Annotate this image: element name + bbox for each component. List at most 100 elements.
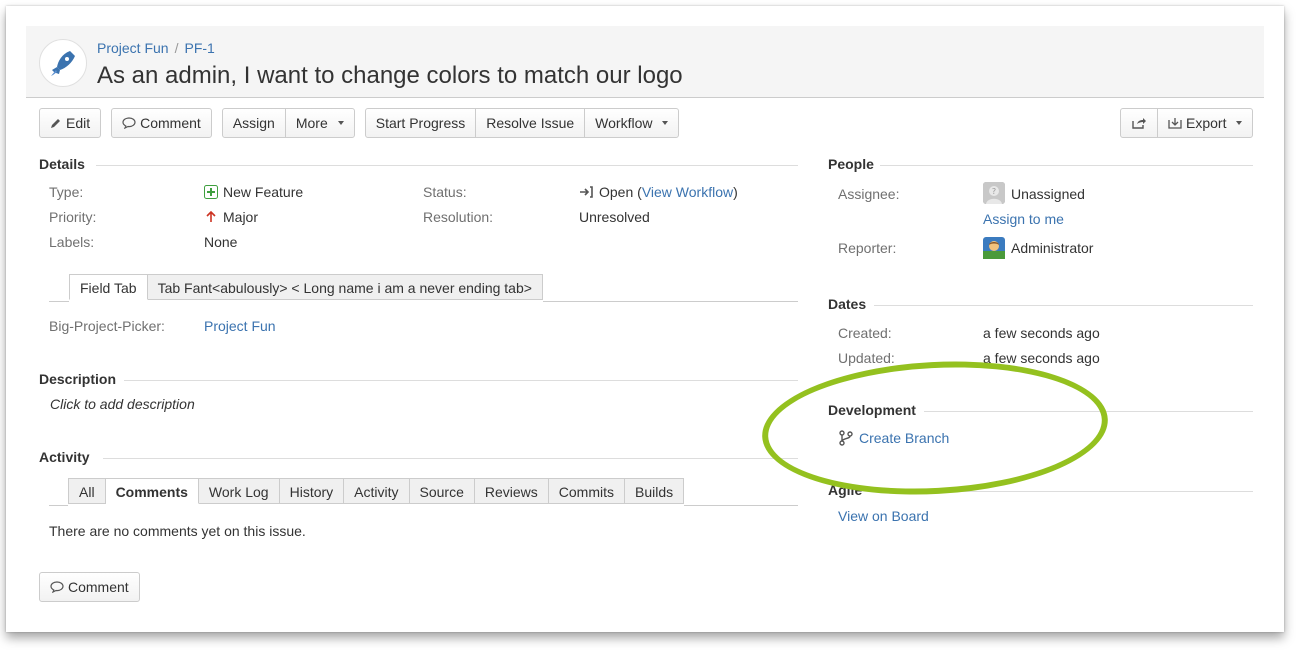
- labels-label: Labels:: [49, 234, 95, 250]
- assign-button[interactable]: Assign: [223, 109, 286, 137]
- priority-value-text: Major: [223, 209, 259, 225]
- rocket-icon: [51, 51, 75, 76]
- download-icon: [1168, 118, 1182, 129]
- assign-to-me-link[interactable]: Assign to me: [983, 211, 1064, 227]
- start-progress-button[interactable]: Start Progress: [366, 109, 477, 137]
- breadcrumb-separator: /: [174, 40, 179, 56]
- svg-text:?: ?: [992, 187, 996, 196]
- comment-button[interactable]: Comment: [112, 109, 211, 137]
- dates-heading-text: Dates: [828, 296, 867, 312]
- comment-group: Comment: [111, 108, 212, 138]
- reporter-avatar: [983, 237, 1005, 259]
- status-close-paren: ): [733, 184, 738, 200]
- new-feature-icon: [204, 185, 218, 199]
- tab-builds[interactable]: Builds: [625, 478, 685, 504]
- priority-value: Major: [204, 209, 258, 225]
- tab-comments[interactable]: Comments: [105, 478, 199, 504]
- description-heading[interactable]: Description: [39, 371, 116, 387]
- priority-major-arrow-icon: [206, 210, 216, 222]
- status-open-icon: [580, 186, 593, 198]
- status-value: Open (View Workflow): [579, 184, 738, 200]
- share-button[interactable]: [1121, 109, 1158, 137]
- tab-long-name[interactable]: Tab Fant<abulously> < Long name i am a n…: [147, 274, 543, 300]
- view-workflow-link[interactable]: View Workflow: [642, 184, 733, 200]
- toolbar-right: Export: [1120, 108, 1254, 138]
- updated-label: Updated:: [838, 350, 895, 366]
- issue-view-window: Project Fun / PF-1 As an admin, I want to …: [6, 6, 1284, 632]
- description-placeholder[interactable]: Click to add description: [50, 396, 195, 412]
- dates-heading[interactable]: Dates: [828, 296, 866, 312]
- reporter-value[interactable]: Administrator: [1011, 240, 1093, 256]
- edit-label: Edit: [66, 115, 91, 131]
- tab-history[interactable]: History: [279, 478, 345, 504]
- bottom-comment-group: Comment: [39, 572, 140, 602]
- comment-label: Comment: [140, 115, 201, 131]
- created-value: a few seconds ago: [983, 325, 1100, 341]
- people-divider: [880, 165, 1253, 166]
- field-tabs: Field Tab Tab Fant<abulously> < Long nam…: [69, 274, 543, 300]
- status-label: Status:: [423, 184, 467, 200]
- dates-divider: [874, 305, 1253, 306]
- export-button[interactable]: Export: [1158, 109, 1252, 137]
- field-tabs-line-right: [543, 301, 798, 302]
- breadcrumb: Project Fun / PF-1: [97, 40, 215, 56]
- view-on-board-link[interactable]: View on Board: [838, 508, 929, 524]
- description-divider: [124, 380, 798, 381]
- people-heading-text: People: [828, 156, 874, 172]
- resolve-issue-button[interactable]: Resolve Issue: [476, 109, 586, 137]
- issue-toolbar: Edit Comment Assign More Start Progress …: [39, 108, 689, 138]
- breadcrumb-project-link[interactable]: Project Fun: [97, 40, 169, 56]
- tab-activity[interactable]: Activity: [344, 478, 410, 504]
- activity-tabs-line-left: [49, 505, 68, 506]
- priority-label: Priority:: [49, 209, 97, 225]
- add-comment-button[interactable]: Comment: [40, 573, 139, 601]
- breadcrumb-issue-key-link[interactable]: PF-1: [184, 40, 214, 56]
- activity-heading-text: Activity: [39, 449, 90, 465]
- assignee-value[interactable]: Unassigned: [1011, 186, 1085, 202]
- activity-divider: [103, 458, 798, 459]
- type-value-text: New Feature: [223, 184, 304, 200]
- activity-heading[interactable]: Activity: [39, 449, 90, 465]
- edit-button[interactable]: Edit: [40, 109, 100, 137]
- tab-field-tab[interactable]: Field Tab: [69, 274, 148, 300]
- tab-source[interactable]: Source: [409, 478, 475, 504]
- created-label: Created:: [838, 325, 892, 341]
- issue-summary-title[interactable]: As an admin, I want to change colors to …: [97, 62, 683, 90]
- project-avatar[interactable]: [39, 39, 87, 87]
- assign-more-group: Assign More: [221, 108, 355, 138]
- more-label: More: [295, 115, 328, 131]
- issue-header: Project Fun / PF-1 As an admin, I want to …: [26, 26, 1264, 98]
- unknown-user-icon: ?: [983, 182, 1005, 204]
- no-comments-message: There are no comments yet on this issue.: [49, 523, 306, 539]
- more-button[interactable]: More: [286, 109, 354, 137]
- tab-all[interactable]: All: [68, 478, 106, 504]
- chevron-down-icon: [337, 121, 344, 125]
- big-project-picker-label: Big-Project-Picker:: [49, 318, 165, 334]
- share-icon: [1132, 118, 1146, 129]
- labels-value[interactable]: None: [204, 234, 237, 250]
- status-value-text: Open: [599, 184, 634, 200]
- assignee-label: Assignee:: [838, 186, 900, 202]
- chevron-down-icon: [662, 121, 669, 125]
- share-export-group: Export: [1120, 108, 1254, 138]
- edit-group: Edit: [39, 108, 102, 138]
- workflow-button[interactable]: Workflow: [585, 109, 678, 137]
- tab-reviews[interactable]: Reviews: [474, 478, 549, 504]
- tab-work-log[interactable]: Work Log: [198, 478, 280, 504]
- unassigned-avatar: ?: [983, 182, 1005, 204]
- export-label: Export: [1186, 115, 1227, 131]
- type-value: New Feature: [204, 184, 303, 200]
- speech-bubble-icon: [50, 581, 64, 593]
- add-comment-label: Comment: [68, 579, 129, 595]
- workflow-group: Start Progress Resolve Issue Workflow: [364, 108, 680, 138]
- chevron-down-icon: [1236, 121, 1243, 125]
- activity-tabs: All Comments Work Log History Activity S…: [68, 478, 685, 504]
- people-heading[interactable]: People: [828, 156, 874, 172]
- workflow-label: Workflow: [595, 115, 653, 131]
- big-project-picker-value[interactable]: Project Fun: [204, 318, 276, 334]
- details-heading[interactable]: Details: [39, 156, 85, 172]
- resolution-value: Unresolved: [579, 209, 650, 225]
- details-heading-text: Details: [39, 156, 85, 172]
- tab-commits[interactable]: Commits: [548, 478, 625, 504]
- resolution-label: Resolution:: [423, 209, 494, 225]
